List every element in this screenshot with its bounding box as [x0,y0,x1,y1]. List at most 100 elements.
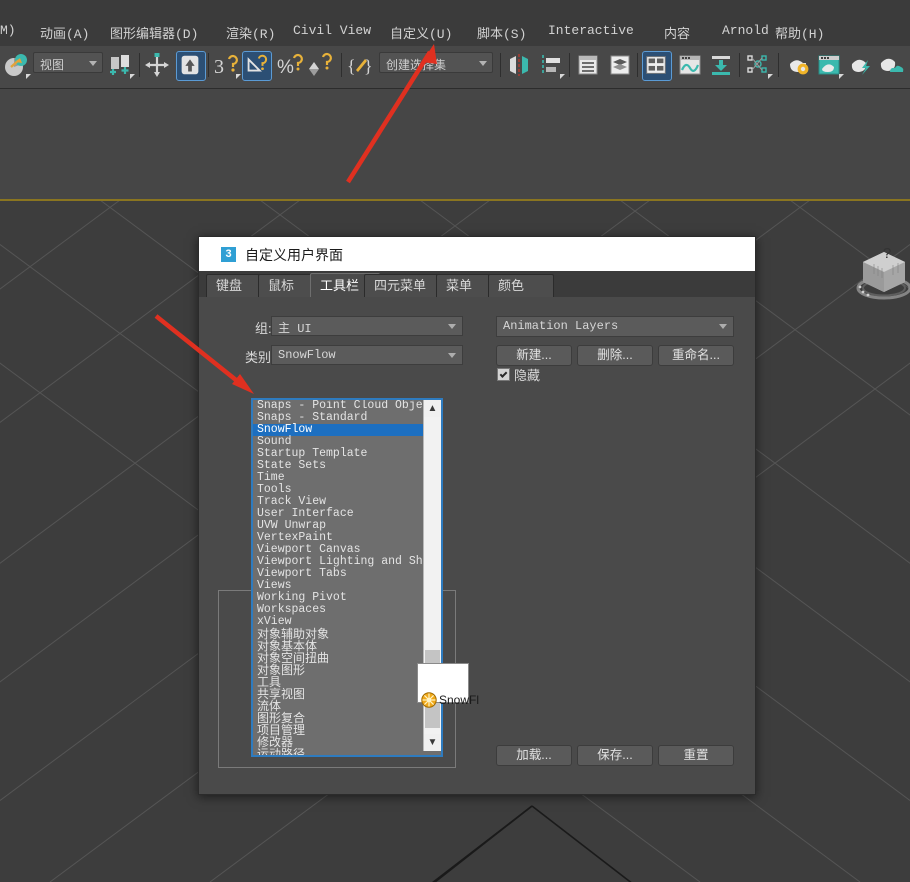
flyout-corner-5 [839,74,844,79]
chevron-down-icon [448,353,456,358]
chevron-down-icon [719,324,727,329]
rename-button[interactable]: 重命名... [658,345,734,366]
layer-list-glyph [578,55,598,75]
angle-snap-glyph [247,54,268,72]
category-combo[interactable]: SnowFlow [271,345,463,365]
category-combo-value: SnowFlow [278,348,336,362]
save-button[interactable]: 保存... [577,745,653,766]
render-production-icon[interactable] [847,51,875,79]
category-list-items: Snaps - Point Cloud Objects Snaps - Stand… [253,400,441,755]
menu-item-content[interactable]: 内容 [664,23,690,42]
svg-text:%: % [277,57,294,78]
spinner-snap-icon[interactable] [306,51,334,79]
curve-editor-icon[interactable] [642,51,672,81]
render-to-texture-icon[interactable] [707,51,735,79]
help-button[interactable]: ? [875,243,899,265]
new-button[interactable]: 新建... [496,345,572,366]
layers-glyph [610,55,630,75]
mirror-glyph [510,54,528,76]
bake-glyph [712,56,730,75]
table-grid-glyph [646,56,666,74]
group-combo[interactable]: 主 UI [271,316,463,336]
svg-text:}: } [364,56,373,76]
flyout-corner-4 [768,74,773,79]
mirror-icon[interactable] [505,51,533,79]
icon-preview-label: SnowFl [439,693,480,707]
hide-checkbox-label: 隐藏 [514,368,541,383]
menu-item-animation[interactable]: 动画(A) [40,23,89,42]
toolbar-separator-5 [569,53,570,77]
chevron-down-icon [448,324,456,329]
move-up-glyph [181,55,199,75]
toolbar-separator-6 [637,53,638,77]
menu-item-scripting[interactable]: 脚本(S) [477,23,526,42]
snowflow-glyph [421,692,437,708]
toolbar-separator-3 [341,53,342,77]
menu-item-arnold[interactable]: Arnold [722,23,769,38]
select-object-icon[interactable] [143,51,171,79]
chevron-down-icon [479,61,487,66]
viewport-combo-value: 视图 [40,58,65,72]
category-list[interactable]: Snaps - Point Cloud Objects Snaps - Stand… [251,398,443,757]
flyout-corner-0 [26,74,31,79]
menu-item-rendering[interactable]: 渲染(R) [226,23,275,42]
teapot-lightning-glyph [851,59,870,75]
move-glyph [145,53,169,77]
menu-item-customize[interactable]: 自定义(U) [390,23,452,42]
scroll-down-button[interactable]: ▼ [424,734,441,751]
menu-bar[interactable]: M) 动画(A) 图形编辑器(D) 渲染(R) Civil View 自定义(U… [0,20,910,47]
render-setup-icon[interactable] [784,51,812,79]
menu-item-0[interactable]: M) [0,23,16,38]
svg-text:{: { [347,56,356,76]
snowflow-orange-icon [421,692,437,708]
schematic-view-icon[interactable] [676,51,704,79]
viewport-upper-band [0,88,910,200]
list-item[interactable]: 运动路径 [253,748,423,755]
named-selection-set-value: 创建选择集 [386,58,447,72]
flyout-corner-2 [236,74,241,79]
viewport-combo[interactable]: 视图 [33,52,103,73]
svg-text:3: 3 [214,56,224,78]
spinner-glyph [309,52,332,76]
scroll-up-button[interactable]: ▲ [424,400,441,417]
dialog-title: 自定义用户界面 [245,247,343,263]
load-button[interactable]: 加载... [496,745,572,766]
dialog-body: 组: 主 UI 类别: SnowFlow Snaps - Point Cloud… [199,297,755,794]
toolbar-separator-7 [739,53,740,77]
hide-checkbox[interactable] [497,368,510,381]
named-selection-set-combo[interactable]: 创建选择集 [379,52,493,73]
group-label: 组: [255,321,272,336]
render-iterative-icon[interactable] [877,51,905,79]
layer-manager-icon[interactable] [606,51,634,79]
menu-item-help[interactable]: 帮助(H) [775,23,824,42]
chevron-down-icon [89,61,97,66]
viewport-active-border [0,199,910,201]
dialog-title-bar[interactable]: 3 自定义用户界面 ? ✕ [199,237,891,271]
toolbar-separator-8 [778,53,779,77]
percent-glyph: % [277,53,303,78]
group-combo-value: 主 UI [278,322,312,336]
app-icon: 3 [221,247,236,262]
toolbar-separator-4 [500,53,501,77]
curve-glyph [679,55,701,75]
main-toolbar[interactable]: 视图 3 % {} 创建选择集 [0,46,910,89]
flyout-corner-1 [130,74,135,79]
menu-item-civil-view[interactable]: Civil View [293,23,371,38]
angle-snap-toggle-icon[interactable] [242,51,272,81]
menu-item-interactive[interactable]: Interactive [548,23,634,38]
dialog-tab-strip[interactable]: 键盘 鼠标 工具栏 四元菜单 菜单 颜色 [199,271,755,300]
layer-explorer-icon[interactable] [574,51,602,79]
delete-button[interactable]: 删除... [577,345,653,366]
menu-item-graph-editors[interactable]: 图形编辑器(D) [110,23,198,42]
tab-colors[interactable]: 颜色 [488,274,554,297]
edit-named-selection-sets-icon[interactable]: { } [347,51,375,79]
reset-button[interactable]: 重置 [658,745,734,766]
teapot-cloud-glyph [880,58,904,72]
select-and-move-icon[interactable] [176,51,206,81]
named-sets-glyph: { } [347,56,373,76]
toolbar-name-combo[interactable]: Animation Layers [496,316,734,337]
teapot-gear-glyph [790,60,809,75]
customize-ui-dialog[interactable]: 3 自定义用户界面 ? ✕ 键盘 鼠标 工具栏 四元菜单 菜单 颜色 组: 主 … [198,236,891,795]
percent-snap-icon[interactable]: % [276,51,304,79]
toolbar-name-value: Animation Layers [503,319,619,333]
